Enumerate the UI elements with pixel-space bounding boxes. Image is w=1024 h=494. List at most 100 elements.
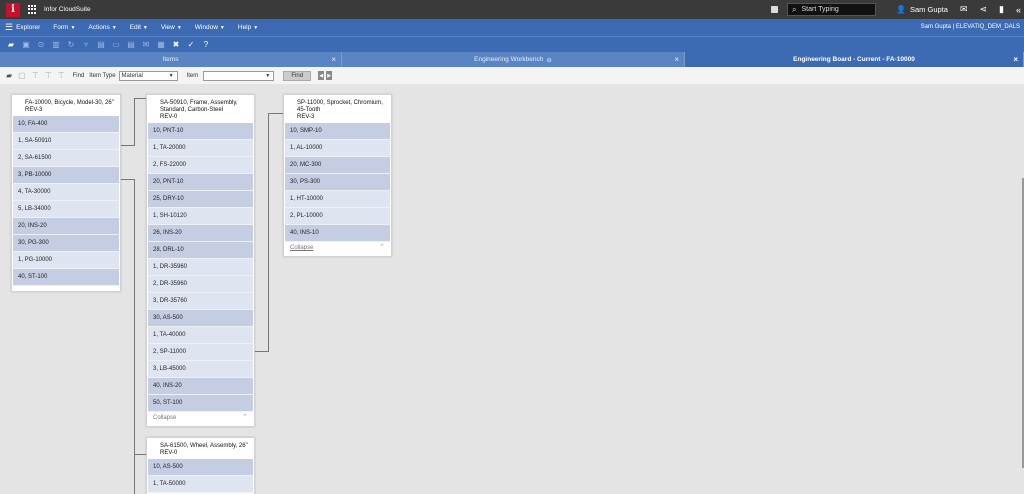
collapse-link[interactable]: Collapse: [290, 245, 313, 251]
refresh-icon[interactable]: ↻: [67, 40, 75, 49]
print-icon[interactable]: ▦: [157, 40, 165, 49]
bom-row[interactable]: 1, TA-50000: [148, 476, 253, 493]
connector-line: [134, 179, 135, 494]
document-icon[interactable]: ▭: [112, 40, 120, 49]
bom-row[interactable]: 30, PS-300: [285, 174, 390, 191]
share-icon[interactable]: ⋖: [979, 4, 987, 15]
bom-row[interactable]: 5, LB-34000: [13, 201, 119, 218]
item-select[interactable]: ▼: [203, 70, 275, 81]
chevron-up-icon[interactable]: ⌃: [242, 412, 248, 424]
tab-engineering-board[interactable]: Engineering Board - Current - FA-10000 ×: [685, 52, 1024, 67]
mail-icon[interactable]: ✉: [960, 4, 968, 15]
bom-row[interactable]: 1, DR-35960: [148, 259, 253, 276]
bom-row[interactable]: 10, FA-400: [13, 116, 119, 133]
menu-bar: ☰ Explorer Form ▼ Actions ▼ Edit ▼ View ▼ Wi…: [0, 19, 1024, 36]
card-footer: Collapse ⌃: [284, 242, 391, 256]
previous-icon[interactable]: ◀: [318, 71, 325, 80]
find-button[interactable]: Find: [283, 70, 312, 81]
bom-row[interactable]: 10, AS-500: [148, 459, 253, 476]
close-icon[interactable]: ×: [331, 55, 336, 64]
tools-icon[interactable]: ✖: [172, 40, 180, 49]
open-folder-icon[interactable]: ▰: [7, 40, 15, 49]
bom-row[interactable]: 2, FS-22000: [148, 157, 253, 174]
tab-engineering-workbench[interactable]: Engineering Workbench ⊖ ×: [342, 52, 685, 67]
infor-logo-icon[interactable]: i: [6, 2, 20, 17]
bom-card-fa-10000: FA-10000, Bicycle, Model-30, 26" REV-3 1…: [11, 94, 121, 292]
user-name[interactable]: Sam Gupta: [910, 5, 948, 14]
bom-row[interactable]: 2, PL-10000: [285, 208, 390, 225]
bom-row[interactable]: 1, TA-20000: [148, 140, 253, 157]
bom-row[interactable]: 1, HT-10000: [285, 191, 390, 208]
refresh-record-icon[interactable]: ⊙: [37, 40, 45, 49]
bom-row[interactable]: 25, DRY-10: [148, 191, 253, 208]
list-icon[interactable]: ▤: [97, 40, 105, 49]
bom-row[interactable]: 1, TA-40000: [148, 327, 253, 344]
bom-row[interactable]: 30, AS-500: [148, 310, 253, 327]
collapse-panel-icon[interactable]: «: [1016, 5, 1021, 15]
save-icon[interactable]: ▣: [22, 40, 30, 49]
bom-row[interactable]: 26, INS-20: [148, 225, 253, 242]
connector-line: [134, 98, 135, 146]
delete-icon[interactable]: ▥: [52, 40, 60, 49]
menu-edit[interactable]: Edit ▼: [130, 24, 148, 31]
chevron-up-icon[interactable]: ⌃: [379, 242, 385, 254]
card-revision: REV-3: [297, 114, 315, 120]
copy-icon[interactable]: ▤: [127, 40, 135, 49]
bom-row[interactable]: 10, PNT-10: [148, 123, 253, 140]
bom-row[interactable]: 2, DR-35960: [148, 276, 253, 293]
user-icon[interactable]: 👤: [896, 5, 906, 14]
card-revision: REV-0: [160, 450, 178, 456]
expand-all-icon[interactable]: ▢: [18, 71, 26, 80]
bom-row[interactable]: 4, TA-30000: [13, 184, 119, 201]
tree-collapse-icon[interactable]: ⊤: [45, 71, 52, 80]
tree-level-icon[interactable]: ⊤: [58, 71, 65, 80]
folder-icon[interactable]: ▰: [6, 71, 12, 80]
tree-expand-icon[interactable]: ⊤: [32, 71, 39, 80]
session-context: Sam Gupta | ELEVATIQ_DEM_DALS: [920, 24, 1020, 30]
bom-row[interactable]: 10, SMP-10: [285, 123, 390, 140]
bookmark-square-icon[interactable]: [771, 6, 779, 13]
bom-row[interactable]: 3, PB-10000: [13, 167, 119, 184]
bookmark-icon[interactable]: ▮: [999, 4, 1004, 15]
bom-row[interactable]: 40, INS-20: [148, 378, 253, 395]
edit-pencil-icon[interactable]: ✓: [187, 40, 195, 49]
mail-toolbar-icon[interactable]: ✉: [142, 40, 150, 49]
app-grid-icon[interactable]: [28, 5, 37, 14]
menu-window[interactable]: Window ▼: [195, 24, 225, 31]
card-header: SA-61500, Wheel, Assembly, 26" REV-0: [147, 438, 254, 457]
menu-help[interactable]: Help ▼: [238, 24, 258, 31]
bom-row[interactable]: 40, INS-10: [285, 225, 390, 242]
bom-row[interactable]: 1, PG-10000: [13, 252, 119, 269]
bom-row[interactable]: 28, DRL-10: [148, 242, 253, 259]
bom-row[interactable]: 20, MC-300: [285, 157, 390, 174]
next-icon[interactable]: ▶: [326, 71, 333, 80]
menu-view[interactable]: View ▼: [161, 24, 182, 31]
bom-row[interactable]: 30, PG-300: [13, 235, 119, 252]
item-type-select[interactable]: Material ▼: [118, 70, 178, 81]
hamburger-icon[interactable]: ☰: [5, 22, 13, 33]
help-question-icon[interactable]: ?: [202, 40, 210, 49]
tab-items[interactable]: Items ×: [0, 52, 342, 67]
bom-row[interactable]: 3, LB-45000: [148, 361, 253, 378]
bom-row[interactable]: 50, ST-100: [148, 395, 253, 412]
bom-row[interactable]: 2, SA-61500: [13, 150, 119, 167]
card-title: SA-61500, Wheel, Assembly, 26": [160, 443, 248, 449]
bom-row[interactable]: 40, ST-100: [13, 269, 119, 286]
card-header: SA-50910, Frame, Assembly, Standard, Car…: [147, 95, 254, 121]
collapse-link[interactable]: Collapse: [153, 415, 176, 421]
icon-toolbar: ▰ ▣ ⊙ ▥ ↻ ▿ ▤ ▭ ▤ ✉ ▦ ✖ ✓ ?: [0, 36, 1024, 52]
bom-row[interactable]: 3, DR-35760: [148, 293, 253, 310]
bom-row[interactable]: 20, INS-20: [13, 218, 119, 235]
bom-row[interactable]: 20, PNT-10: [148, 174, 253, 191]
menu-actions[interactable]: Actions ▼: [88, 24, 116, 31]
bom-row[interactable]: 2, SP-11000: [148, 344, 253, 361]
bom-row[interactable]: 1, AL-10000: [285, 140, 390, 157]
bom-row[interactable]: 1, SA-50910: [13, 133, 119, 150]
menu-form[interactable]: Form ▼: [53, 24, 75, 31]
menu-explorer[interactable]: Explorer: [16, 24, 40, 31]
close-icon[interactable]: ×: [1013, 55, 1018, 64]
global-search-input[interactable]: ⌕ Start Typing: [787, 3, 877, 16]
filter-icon[interactable]: ▿: [82, 40, 90, 49]
bom-row[interactable]: 1, SH-10120: [148, 208, 253, 225]
close-icon[interactable]: ×: [674, 55, 679, 64]
